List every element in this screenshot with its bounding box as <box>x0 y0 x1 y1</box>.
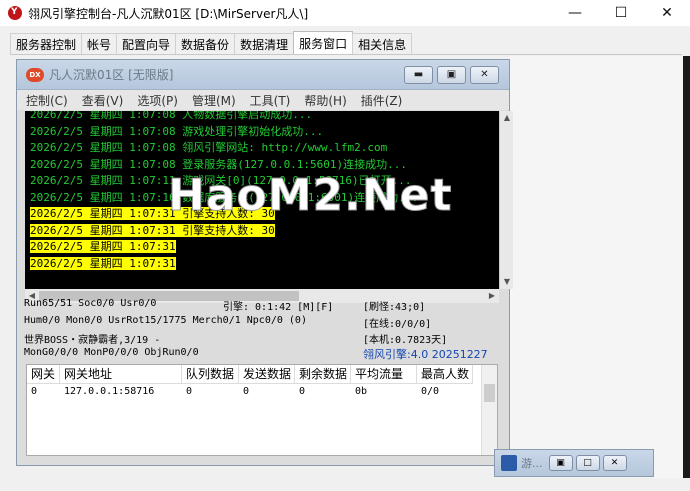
menu-bar: 控制(C) 查看(V) 选项(P) 管理(M) 工具(T) 帮助(H) 插件(Z… <box>17 90 509 110</box>
tab-data-backup[interactable]: 数据备份 <box>175 33 236 54</box>
tab-service-window[interactable]: 服务窗口 <box>293 31 354 54</box>
workspace-background <box>508 56 683 488</box>
status-online: [在线:0/0/0] <box>363 319 432 330</box>
log-vertical-scrollbar[interactable]: ▲ ▼ <box>499 111 513 289</box>
menu-help[interactable]: 帮助(H) <box>304 92 346 109</box>
status-run: Run65/51 Soc0/0 Usr0/0 <box>24 298 157 309</box>
log-line: 2026/2/5 星期四 1:07:08 翎风引擎网站: http://www.… <box>30 140 387 155</box>
col-gateway[interactable]: 网关 <box>27 365 60 384</box>
col-gateway-address[interactable]: 网关地址 <box>60 365 182 384</box>
maximize-button[interactable]: ☐ <box>598 0 644 26</box>
log-line: 2026/2/5 星期四 1:07:31 <box>30 256 176 271</box>
app-icon <box>8 6 22 20</box>
log-line-text: 2026/2/5 星期四 1:07:31 <box>30 256 176 270</box>
status-mon: MonG0/0/0 MonP0/0/0 ObjRun0/0 <box>24 347 199 358</box>
log-line: 2026/2/5 星期四 1:07:31 引擎支持人数: 30 <box>30 223 275 238</box>
menu-control[interactable]: 控制(C) <box>26 92 68 109</box>
mini-close-button[interactable]: ✕ <box>602 455 627 471</box>
engine-version: 翎风引擎:4.0 20251227 <box>363 348 488 361</box>
close-button[interactable]: ✕ <box>644 0 690 26</box>
main-tabs: 服务器控制 帐号 配置向导 数据备份 数据清理 服务窗口 相关信息 <box>10 31 413 55</box>
gateway-header: 网关 网关地址 队列数据 发送数据 剩余数据 平均流量 最高人数 <box>27 365 497 384</box>
tab-server-control[interactable]: 服务器控制 <box>10 33 83 54</box>
cell-gateway: 0 <box>31 386 38 397</box>
log-line-text: 2026/2/5 星期四 1:07:31 引擎支持人数: 30 <box>30 223 275 237</box>
tab-account[interactable]: 帐号 <box>81 33 118 54</box>
log-line: 2026/2/5 星期四 1:07:08 游戏处理引擎初始化成功... <box>30 124 323 139</box>
minimized-window[interactable]: 游... ▣ □ ✕ <box>494 449 654 477</box>
minimized-title: 游... <box>521 457 543 470</box>
menu-tools[interactable]: 工具(T) <box>250 92 291 109</box>
dx-icon: DX <box>26 67 44 82</box>
log-line-text: 2026/2/5 星期四 1:07:08 游戏处理引擎初始化成功... <box>30 124 324 138</box>
tab-data-cleanup[interactable]: 数据清理 <box>234 33 295 54</box>
log-line-text: 2026/2/5 星期四 1:07:31 <box>30 240 176 253</box>
menu-view[interactable]: 查看(V) <box>82 92 124 109</box>
scroll-up-icon[interactable]: ▲ <box>500 111 514 125</box>
cell-send-data: 0 <box>243 386 250 397</box>
status-spawn: [刷怪:43;0] <box>363 302 426 313</box>
table-row[interactable]: 0 127.0.0.1:58716 0 0 0 0b 0/0 <box>27 384 497 400</box>
status-local: [本机:0.7823天] <box>363 335 448 346</box>
mini-maximize-button[interactable]: □ <box>575 455 600 471</box>
server-window-title: 凡人沉默01区 [无限版] <box>49 68 174 82</box>
inner-minimize-button[interactable]: ▬ <box>404 65 433 84</box>
log-line: 2026/2/5 星期四 1:07:31 <box>30 239 176 254</box>
log-line-text: 2026/2/5 星期四 1:07:08 人物数据引擎启动成功... <box>30 111 313 121</box>
background-window-edge <box>683 56 690 491</box>
inner-close-button[interactable]: ✕ <box>470 65 499 84</box>
server-window-titlebar: DX 凡人沉默01区 [无限版] ▬ ▣ ✕ <box>17 60 509 90</box>
log-line-text: 2026/2/5 星期四 1:07:08 登录服务器(127.0.0.1:560… <box>30 157 408 171</box>
cell-gateway-address: 127.0.0.1:58716 <box>64 386 155 397</box>
watermark: HaoM2.Net <box>168 170 453 222</box>
gateway-scrollbar[interactable] <box>481 365 497 455</box>
log-line: 2026/2/5 星期四 1:07:08 人物数据引擎启动成功... <box>30 111 312 122</box>
tab-related-info[interactable]: 相关信息 <box>352 33 413 54</box>
cell-max-users: 0/0 <box>421 386 440 397</box>
cell-avg-traffic: 0b <box>355 386 368 397</box>
menu-manage[interactable]: 管理(M) <box>192 92 236 109</box>
scroll-down-icon[interactable]: ▼ <box>500 275 514 289</box>
col-max-users[interactable]: 最高人数 <box>417 365 473 384</box>
col-send-data[interactable]: 发送数据 <box>239 365 295 384</box>
tab-config-wizard[interactable]: 配置向导 <box>116 33 177 54</box>
col-queue-data[interactable]: 队列数据 <box>182 365 239 384</box>
menu-options[interactable]: 选项(P) <box>137 92 178 109</box>
bottom-edge <box>0 478 690 491</box>
inner-restore-button[interactable]: ▣ <box>437 65 466 84</box>
window-title: 翎风引擎控制台-凡人沉默01区 [D:\MirServer凡人\] <box>28 6 309 21</box>
col-avg-traffic[interactable]: 平均流量 <box>351 365 417 384</box>
status-engine-time: 引擎: 0:1:42 [M][F] <box>223 302 334 313</box>
col-remaining-data[interactable]: 剩余数据 <box>295 365 351 384</box>
cell-remaining-data: 0 <box>299 386 306 397</box>
gateway-scroll-thumb[interactable] <box>484 384 495 402</box>
status-world-boss: 世界BOSS・寂静霸者,3/19 - <box>24 335 161 346</box>
minimize-button[interactable]: — <box>552 0 598 26</box>
log-line-text: 2026/2/5 星期四 1:07:08 翎风引擎网站: http://www.… <box>30 141 388 154</box>
tab-divider <box>10 54 682 55</box>
status-hum: Hum0/0 Mon0/0 UsrRot15/1775 Merch0/1 Npc… <box>24 315 307 326</box>
gateway-table: 网关 网关地址 队列数据 发送数据 剩余数据 平均流量 最高人数 0 127.0… <box>26 364 498 456</box>
cell-queue-data: 0 <box>186 386 193 397</box>
mini-restore-button[interactable]: ▣ <box>548 455 573 471</box>
window-icon <box>501 455 517 471</box>
title-bar: 翎风引擎控制台-凡人沉默01区 [D:\MirServer凡人\] — ☐ ✕ <box>0 0 690 26</box>
menu-plugins[interactable]: 插件(Z) <box>361 92 403 109</box>
scroll-right-icon[interactable]: ▶ <box>485 289 499 303</box>
